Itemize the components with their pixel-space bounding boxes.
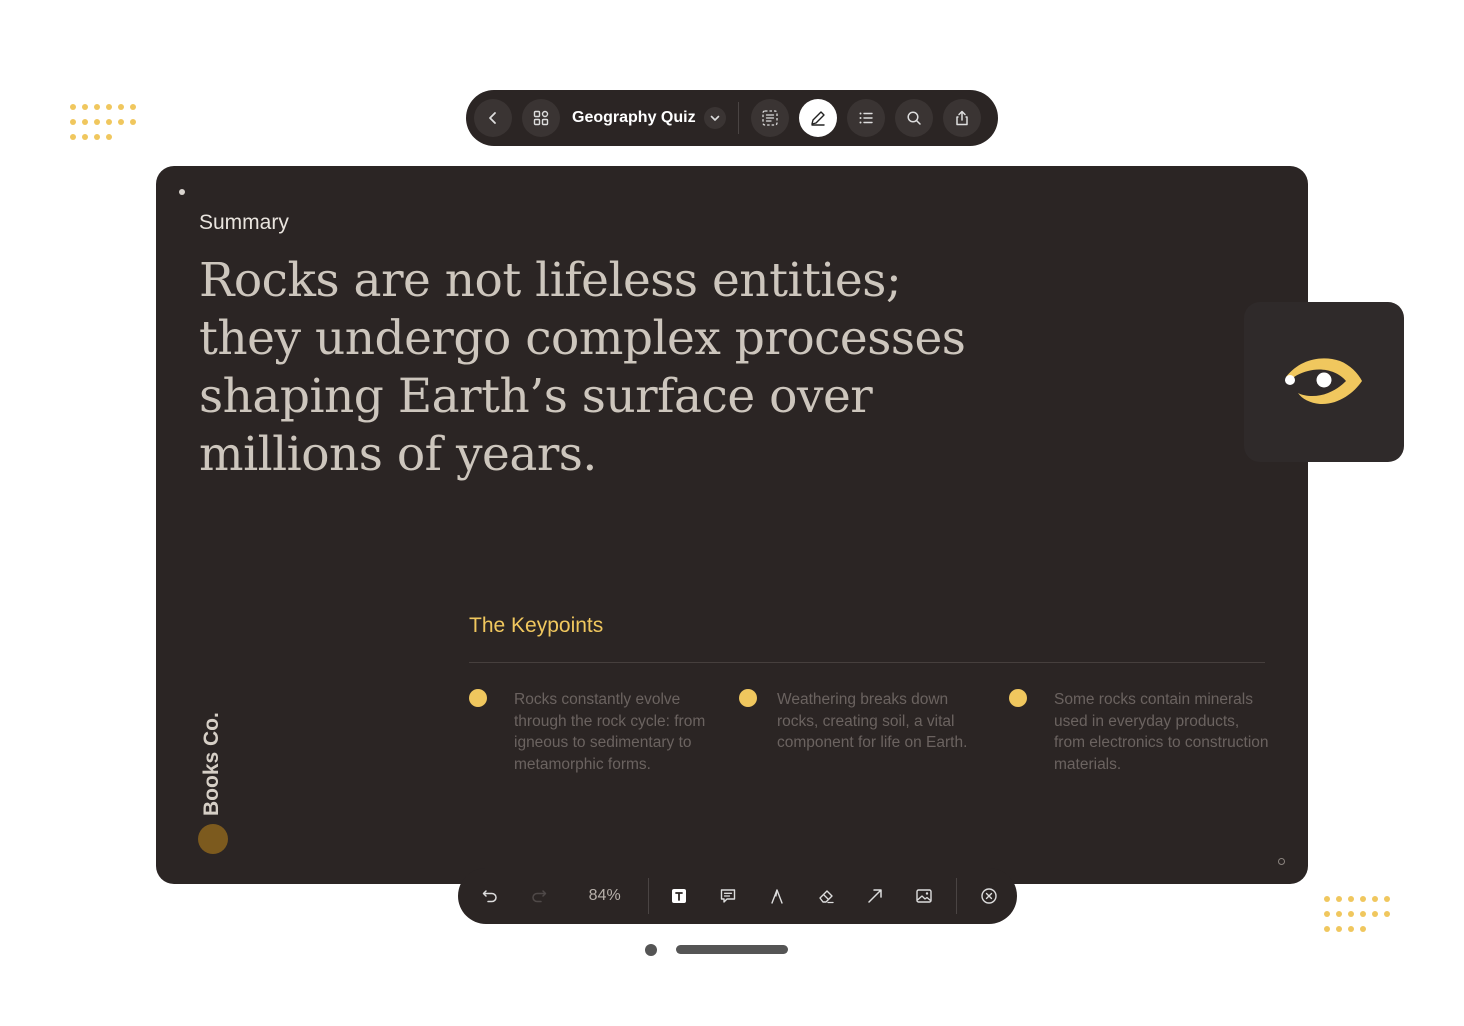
slide-headline: Rocks are not lifeless entities; they un… bbox=[199, 253, 966, 482]
edit-toolbar: 84% bbox=[458, 868, 1017, 924]
keypoint-bullet bbox=[469, 689, 487, 707]
corner-ring bbox=[1278, 858, 1285, 865]
decorative-dots-top-left bbox=[70, 104, 136, 140]
list-icon bbox=[859, 112, 873, 124]
brand-mark: Books Co. bbox=[198, 696, 228, 854]
slide-canvas[interactable]: Summary Rocks are not lifeless entities;… bbox=[156, 166, 1308, 884]
stage: Geography Quiz Summary Rocks are not lif… bbox=[0, 0, 1464, 1026]
page-indicator-active[interactable] bbox=[676, 945, 788, 954]
brand-circle bbox=[198, 824, 228, 854]
select-text-button[interactable] bbox=[750, 99, 789, 137]
text-tool-button[interactable] bbox=[659, 876, 699, 916]
eraser-tool-button[interactable] bbox=[806, 876, 846, 916]
grid-button[interactable] bbox=[522, 99, 560, 137]
undo-icon bbox=[482, 890, 497, 903]
redo-button[interactable] bbox=[519, 876, 559, 916]
corner-dot bbox=[179, 189, 185, 195]
select-text-icon bbox=[761, 110, 778, 126]
keypoint-bullet bbox=[739, 689, 757, 707]
keypoints-title: The Keypoints bbox=[469, 614, 604, 637]
undo-button[interactable] bbox=[470, 876, 510, 916]
pen-button[interactable] bbox=[798, 99, 837, 137]
image-tool-button[interactable] bbox=[904, 876, 944, 916]
eraser-icon bbox=[819, 890, 834, 904]
arrow-icon bbox=[868, 889, 882, 903]
arrow-tool-button[interactable] bbox=[855, 876, 895, 916]
redo-icon bbox=[532, 890, 547, 903]
search-button[interactable] bbox=[894, 99, 933, 137]
toolbar-divider bbox=[956, 878, 958, 914]
brand-name: Books Co. bbox=[200, 712, 223, 816]
grid-icon bbox=[533, 110, 549, 126]
share-icon bbox=[955, 110, 968, 126]
close-icon bbox=[981, 888, 997, 904]
chevron-down-icon bbox=[710, 115, 719, 121]
pen-tool-icon bbox=[771, 889, 783, 904]
eye-icon bbox=[1285, 358, 1362, 405]
toolbar-divider bbox=[737, 102, 739, 134]
decorative-dots-bottom-right bbox=[1324, 896, 1390, 932]
document-title[interactable]: Geography Quiz bbox=[572, 109, 696, 127]
comment-tool-button[interactable] bbox=[708, 876, 748, 916]
page-indicator-dot[interactable] bbox=[645, 944, 657, 956]
close-toolbar-button[interactable] bbox=[969, 876, 1009, 916]
search-icon bbox=[907, 111, 921, 125]
pen-tool-button[interactable] bbox=[757, 876, 797, 916]
list-button[interactable] bbox=[846, 99, 885, 137]
keypoint-text: Rocks constantly evolve through the rock… bbox=[514, 691, 706, 773]
keypoint-text: Weathering breaks down rocks, creating s… bbox=[777, 691, 968, 751]
back-icon bbox=[489, 112, 496, 124]
text-tool-icon bbox=[672, 889, 687, 903]
back-button[interactable] bbox=[474, 99, 512, 137]
section-label: Summary bbox=[199, 211, 289, 234]
title-dropdown-button[interactable] bbox=[703, 107, 726, 129]
keypoints-divider bbox=[469, 662, 1265, 663]
preview-card[interactable] bbox=[1244, 302, 1404, 462]
zoom-level[interactable]: 84% bbox=[567, 887, 642, 905]
comment-icon bbox=[720, 889, 736, 903]
image-icon bbox=[916, 889, 932, 903]
toolbar-divider bbox=[648, 878, 650, 914]
keypoint-text: Some rocks contain minerals used in ever… bbox=[1054, 691, 1269, 773]
top-toolbar: Geography Quiz bbox=[466, 90, 998, 146]
share-button[interactable] bbox=[942, 99, 981, 137]
keypoint-bullet bbox=[1009, 689, 1027, 707]
pen-icon bbox=[810, 111, 825, 126]
